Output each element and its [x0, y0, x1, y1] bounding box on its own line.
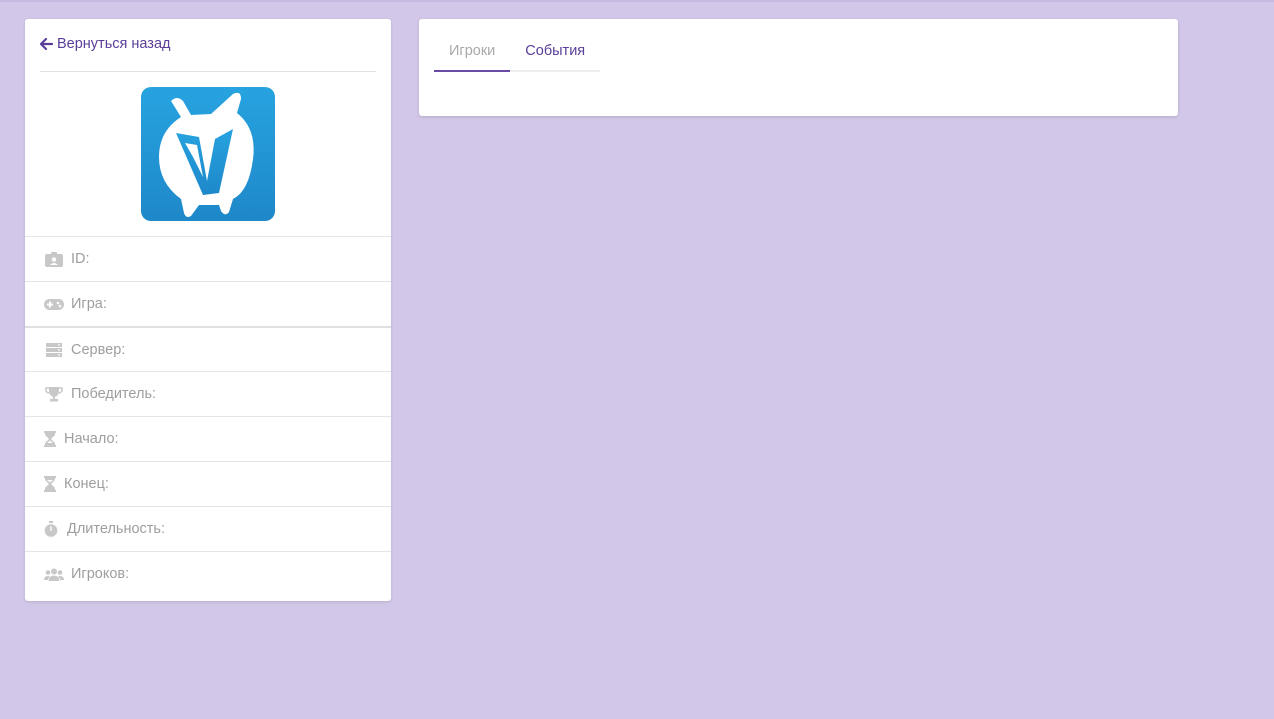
divider: [40, 71, 376, 72]
game-label: Игра:: [71, 296, 107, 312]
id-card-icon: [43, 251, 65, 267]
stopwatch-icon: [43, 521, 59, 537]
back-link[interactable]: Вернуться назад: [40, 36, 170, 52]
server-label: Сервер:: [71, 341, 126, 358]
info-row-end: Конец:: [25, 461, 391, 506]
info-row-id: ID:: [25, 236, 391, 281]
info-row-duration: Длительность:: [25, 506, 391, 551]
winner-label: Победитель:: [71, 386, 157, 402]
back-link-label: Вернуться назад: [57, 36, 171, 52]
hourglass-icon: [43, 431, 57, 447]
game-logo: [141, 87, 275, 221]
info-row-start: Начало:: [25, 416, 391, 461]
users-icon: [43, 568, 65, 581]
server-icon: [43, 342, 65, 357]
start-label: Начало:: [64, 431, 119, 447]
info-row-game: Игра:: [25, 281, 391, 326]
match-info-list: ID: Игра: Сервер: Победитель: Начало: Ко…: [25, 236, 391, 596]
tabs-card: Игроки События: [419, 19, 1178, 116]
tab-bar: Игроки События: [434, 33, 601, 72]
arrow-left-icon: [40, 38, 53, 50]
tab-events[interactable]: События: [510, 33, 600, 72]
info-row-players: Игроков:: [25, 551, 391, 596]
match-info-card: Вернуться назад ID: Игра: Сервер: Победи…: [25, 19, 391, 601]
tab-players[interactable]: Игроки: [434, 33, 511, 72]
duration-label: Длительность:: [67, 521, 166, 537]
end-label: Конец:: [64, 476, 109, 492]
id-label: ID:: [71, 251, 90, 267]
players-label: Игроков:: [71, 566, 130, 582]
trophy-icon: [43, 386, 65, 402]
gamepad-icon: [43, 298, 65, 310]
top-border: [0, 0, 1274, 2]
info-row-winner: Победитель:: [25, 371, 391, 416]
info-row-server: Сервер:: [25, 326, 391, 371]
hourglass-end-icon: [43, 476, 57, 492]
